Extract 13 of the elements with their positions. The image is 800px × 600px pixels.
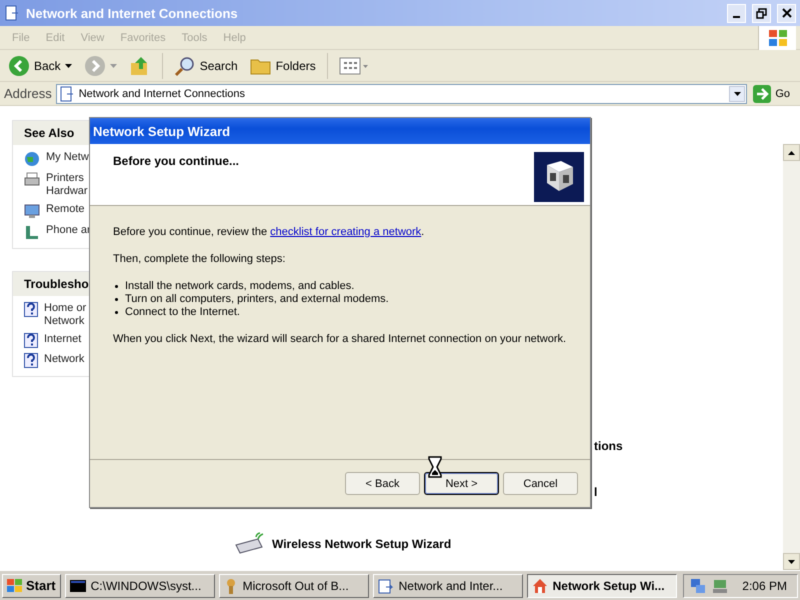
panel-title: Troublesho <box>24 277 89 291</box>
address-label: Address <box>4 86 52 101</box>
closing-text: When you click Next, the wizard will search for a shared Internet connection on your network. <box>113 333 568 346</box>
steps-intro: Then, complete the following steps: <box>113 253 286 266</box>
clock: 2:06 PM <box>742 578 787 592</box>
step-item: Connect to the Internet. <box>113 306 570 319</box>
panel-title: See Also <box>24 126 74 140</box>
step-item: Turn on all computers, printers, and external modems. <box>113 293 570 306</box>
dialog-heading: Before you continue... <box>113 154 240 170</box>
step-item: Install the network cards, modems, and cables. <box>113 280 570 293</box>
intro-text: Before you continue, review the checklist for creating a network. <box>113 226 426 239</box>
dialog-title: Network Setup Wizard <box>93 124 230 138</box>
window-title: Network and Internet Connections <box>26 6 239 20</box>
